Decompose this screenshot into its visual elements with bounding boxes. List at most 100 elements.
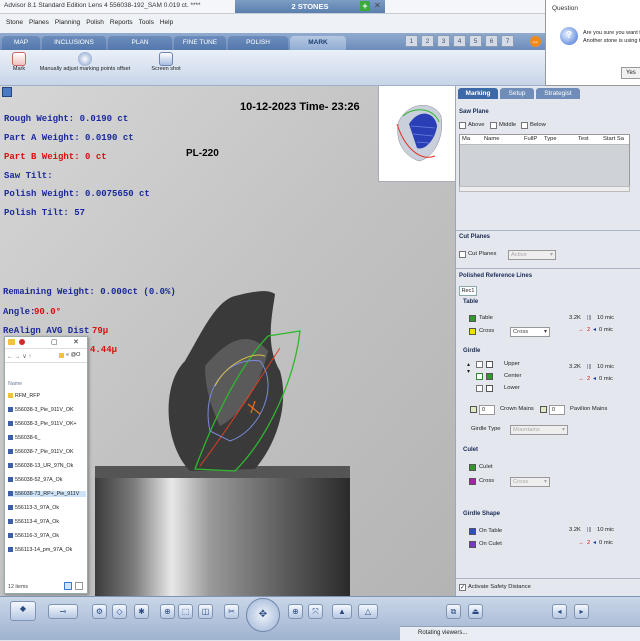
girdle-slider-icon[interactable]: ||| — [587, 364, 592, 370]
culet-color-swatch[interactable] — [469, 464, 476, 471]
eject-icon[interactable]: ⏏ — [468, 604, 483, 619]
slider-icon[interactable]: ⊸ — [48, 604, 78, 619]
back-forward-icon[interactable]: ← → ∨ ↑ — [7, 353, 31, 360]
rec1-tab[interactable]: Rec1 — [459, 286, 477, 296]
file-list-item[interactable]: RFM_RFP — [8, 393, 40, 399]
below-checkbox[interactable] — [521, 122, 528, 129]
screenshot-button[interactable]: Screen shot — [146, 52, 186, 72]
cut-tool-icon[interactable]: ✂ — [224, 604, 239, 619]
facet-icon[interactable]: ✱ — [134, 604, 149, 619]
tab-marking[interactable]: Marking — [458, 88, 498, 99]
shape-slider-icon[interactable]: ||| — [587, 527, 592, 533]
cross-color-swatch[interactable] — [469, 328, 476, 335]
file-list-item[interactable]: 556038-52_97A_Ok — [8, 477, 62, 483]
shape-arrow-icon[interactable]: → — [578, 540, 584, 546]
view-top-icon[interactable]: ◫ — [198, 604, 213, 619]
file-list-item[interactable]: 556113-3_97A_Ok — [8, 505, 59, 511]
center-color-swatch[interactable] — [486, 373, 493, 380]
tab-fine-tune[interactable]: FINE TUNE — [174, 36, 226, 50]
upper-color-swatch[interactable] — [486, 361, 493, 368]
nav-arrows-icon[interactable]: ⇔ — [530, 36, 541, 47]
on-table-swatch[interactable] — [469, 528, 476, 535]
crown-mains-swatch[interactable] — [470, 406, 477, 413]
page-1-button[interactable]: 1 — [405, 35, 418, 47]
culet-cross-dropdown[interactable]: Cross — [510, 477, 550, 487]
tab-setup[interactable]: Setup — [500, 88, 534, 99]
menu-planes[interactable]: Planes — [29, 19, 49, 26]
details-view-icon[interactable] — [64, 582, 72, 590]
saw-plane-scrollbar[interactable] — [459, 186, 630, 192]
file-list-item[interactable]: 556038-7_Pie_911V_OK — [8, 449, 74, 455]
menu-planning[interactable]: Planning — [55, 19, 80, 26]
arrow-left-icon[interactable]: ◂ — [552, 604, 567, 619]
tab-strategist[interactable]: Strategist — [536, 88, 580, 99]
lower-checkbox[interactable] — [476, 385, 483, 392]
page-3-button[interactable]: 3 — [437, 35, 450, 47]
menu-tools[interactable]: Tools — [139, 19, 154, 26]
file-list-item[interactable]: 556038-13_UR_97N_Ok — [8, 463, 73, 469]
stone-view-icon[interactable]: ◆ — [10, 601, 36, 621]
girdle-type-dropdown[interactable]: Mountains — [510, 425, 568, 435]
adjust-offset-button[interactable]: Manually adjust marking points offset — [30, 52, 140, 72]
file-list-item[interactable]: 556038-6_ — [8, 435, 40, 441]
file-list-item[interactable]: 556113-14_pm_97A_Ok — [8, 547, 72, 553]
tab-plan[interactable]: PLAN — [108, 36, 172, 50]
layers-icon[interactable]: ▲ — [332, 604, 352, 619]
menu-stone[interactable]: Stone — [6, 19, 23, 26]
culet-cross-swatch[interactable] — [469, 478, 476, 485]
girdle-back-arrow-icon[interactable]: ◂ — [593, 376, 596, 382]
file-list-item[interactable]: 556038-3_Pie_911V_OK — [8, 407, 74, 413]
layers-alt-icon[interactable]: △ — [358, 604, 378, 619]
tab-inclusions[interactable]: INCLUSIONS — [42, 36, 106, 50]
viewer-expand-icon[interactable] — [2, 87, 12, 97]
table-cross-dropdown[interactable]: Cross — [510, 327, 550, 337]
saw-plane-table[interactable]: Ma Name FullP Type Test Start Sa — [459, 134, 630, 192]
page-4-button[interactable]: 4 — [453, 35, 466, 47]
tab-map[interactable]: MAP — [2, 36, 40, 50]
menu-polish[interactable]: Polish — [86, 19, 104, 26]
zoom-fit-icon[interactable]: ⤧ — [308, 604, 323, 619]
cut-planes-dropdown[interactable]: Active — [508, 250, 556, 260]
stone-3d-thumbnail[interactable] — [378, 86, 455, 182]
table-slider-icon[interactable]: ||| — [587, 315, 592, 321]
add-stone-icon[interactable]: + — [360, 1, 370, 11]
pavilion-mains-swatch[interactable] — [540, 406, 547, 413]
scan-icon[interactable]: ⧉ — [446, 604, 461, 619]
menu-help[interactable]: Help — [160, 19, 173, 26]
settings-icon[interactable]: ⚙ — [92, 604, 107, 619]
pavilion-mains-input[interactable]: 0 — [549, 405, 565, 415]
page-6-button[interactable]: 6 — [485, 35, 498, 47]
view-side-icon[interactable]: ⬚ — [178, 604, 193, 619]
on-culet-swatch[interactable] — [469, 541, 476, 548]
rotate-navigator-icon[interactable]: ✥ — [246, 598, 280, 632]
cut-planes-checkbox[interactable] — [459, 251, 466, 258]
diamond-icon[interactable]: ◇ — [112, 604, 127, 619]
shape-back-arrow-icon[interactable]: ◂ — [593, 540, 596, 546]
table-arrow-icon[interactable]: → — [578, 327, 584, 333]
tiles-view-icon[interactable] — [75, 582, 83, 590]
tab-mark[interactable]: MARK — [290, 36, 346, 50]
lower-color-swatch[interactable] — [486, 385, 493, 392]
file-list-item[interactable]: 556038-73_RP+_Pie_911V — [8, 491, 86, 497]
yes-button[interactable]: Yes — [621, 67, 640, 79]
close-stone-icon[interactable]: ✕ — [374, 1, 381, 10]
file-list-item[interactable]: 556116-3_97A_Ok — [8, 533, 59, 539]
file-list-item[interactable]: 556038-3_Pie_911V_OK+ — [8, 421, 77, 427]
view-front-icon[interactable]: ⊕ — [160, 604, 175, 619]
tab-polish[interactable]: POLISH — [228, 36, 288, 50]
middle-checkbox[interactable] — [490, 122, 497, 129]
close-icon[interactable]: ✕ — [73, 338, 79, 346]
page-5-button[interactable]: 5 — [469, 35, 482, 47]
minimize-icon[interactable]: ▢ — [51, 338, 58, 346]
table-back-arrow-icon[interactable]: ◂ — [593, 327, 596, 333]
upper-checkbox[interactable] — [476, 361, 483, 368]
name-column-header[interactable]: Name — [8, 381, 22, 387]
center-checkbox[interactable] — [476, 373, 483, 380]
girdle-stepper-icon[interactable]: ▴ ▾ — [467, 362, 470, 376]
above-checkbox[interactable] — [459, 122, 466, 129]
table-color-swatch[interactable] — [469, 315, 476, 322]
file-list-item[interactable]: 556113-4_97A_Ok — [8, 519, 59, 525]
menu-reports[interactable]: Reports — [110, 19, 133, 26]
safety-distance-checkbox[interactable]: ✓ — [459, 584, 466, 591]
page-7-button[interactable]: 7 — [501, 35, 514, 47]
